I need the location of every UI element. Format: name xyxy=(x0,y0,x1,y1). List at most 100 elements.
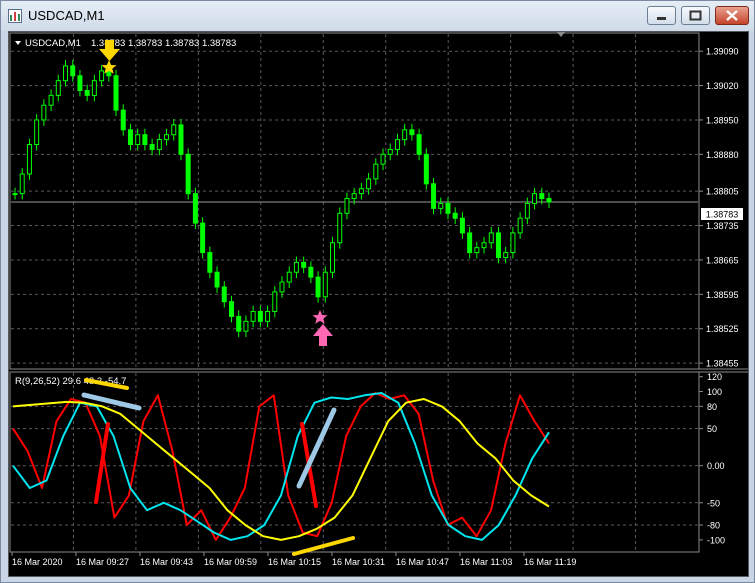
candle-body xyxy=(409,129,415,136)
candle-body xyxy=(48,94,54,106)
time-tick-label: 16 Mar 11:03 xyxy=(460,557,512,567)
restore-button[interactable] xyxy=(681,6,710,25)
candle-body xyxy=(344,198,350,214)
time-tick-label: 16 Mar 09:59 xyxy=(204,557,257,567)
candle-body xyxy=(221,286,227,303)
candle-body xyxy=(228,301,234,317)
annotation-red-stroke xyxy=(94,422,110,504)
price-tick-label: 1.38805 xyxy=(706,187,739,197)
price-tick-label: 1.38950 xyxy=(706,115,739,125)
candle-body xyxy=(192,193,198,224)
minimize-button[interactable] xyxy=(647,6,676,25)
time-tick-label: 16 Mar 11:19 xyxy=(524,557,576,567)
price-tick-label: 1.39020 xyxy=(706,81,739,91)
chart-area[interactable]: 1.39090 1.39020 1.38950 1.38880 1.38805 1.387… xyxy=(8,31,749,577)
candle-body xyxy=(12,193,18,196)
indicator-line-mid xyxy=(12,392,550,541)
candle-body xyxy=(91,80,97,96)
indicator-lines xyxy=(12,392,550,541)
indicator-tick-label: 80 xyxy=(707,402,717,412)
candle-body xyxy=(452,212,458,219)
candle-body xyxy=(135,134,141,146)
close-button[interactable] xyxy=(715,6,749,25)
candle-body xyxy=(423,153,429,185)
candle-body xyxy=(330,242,336,273)
indicator-tick-label: -50 xyxy=(707,498,720,508)
candle-body xyxy=(539,193,545,200)
candle-body xyxy=(120,109,126,131)
indicator-line-fast xyxy=(12,392,550,541)
candle-body xyxy=(214,271,220,288)
indicator-tick-label: 100 xyxy=(707,387,722,397)
candle-body xyxy=(279,281,285,293)
candle-body xyxy=(55,80,61,96)
indicator-tick-label: 50 xyxy=(707,424,717,434)
candle-body xyxy=(373,163,379,180)
candle-body xyxy=(467,232,473,254)
candle-body xyxy=(63,65,69,82)
symbol-menu-icon[interactable] xyxy=(15,41,21,45)
shift-marker-icon[interactable] xyxy=(557,32,565,37)
candle-body xyxy=(495,232,501,258)
candle-body xyxy=(445,202,451,214)
candle-body xyxy=(142,134,148,146)
candle-body xyxy=(488,232,494,244)
candle-body xyxy=(99,70,105,82)
time-tick-label: 16 Mar 09:27 xyxy=(76,557,129,567)
candle-body xyxy=(207,252,213,273)
price-tick-label: 1.38595 xyxy=(706,290,739,300)
price-candles xyxy=(12,60,552,338)
price-tick-label: 1.38735 xyxy=(706,221,739,231)
price-tick-label: 1.38525 xyxy=(706,324,739,334)
candle-body xyxy=(517,217,523,234)
buy-marker xyxy=(312,310,333,346)
candle-body xyxy=(164,134,170,141)
price-tick-label: 1.38665 xyxy=(706,255,739,265)
symbol-label: USDCAD,M1 xyxy=(25,38,81,49)
candle-body xyxy=(272,291,278,313)
indicator-tick-label: -100 xyxy=(707,535,725,545)
candle-body xyxy=(510,232,516,254)
candle-body xyxy=(41,104,47,121)
candle-body xyxy=(532,193,538,204)
candle-body xyxy=(308,266,314,278)
candle-body xyxy=(236,315,242,332)
candle-body xyxy=(431,183,437,209)
candle-body xyxy=(380,153,386,165)
candle-body xyxy=(77,75,83,91)
candle-body xyxy=(250,311,256,322)
buy-arrow-icon xyxy=(313,324,333,346)
indicator-tick-label: 120 xyxy=(707,372,722,382)
time-tick-label: 16 Mar 10:15 xyxy=(268,557,321,567)
candle-body xyxy=(265,311,271,322)
candle-body xyxy=(26,144,32,175)
candle-body xyxy=(315,276,321,298)
candle-body xyxy=(459,217,465,234)
candle-body xyxy=(358,188,364,195)
candle-body xyxy=(416,134,422,155)
price-tick-label: 1.38455 xyxy=(706,359,739,369)
time-tick-label: 16 Mar 10:31 xyxy=(332,557,385,567)
candle-body xyxy=(524,202,530,219)
time-tick-label: 16 Mar 2020 xyxy=(12,557,63,567)
candle-body xyxy=(301,261,307,268)
indicator-axis: 120 100 80 50 0.00 -50 -80 -100 xyxy=(699,372,725,545)
title-bar[interactable]: USDCAD,M1 xyxy=(1,1,754,31)
candle-body xyxy=(293,261,299,273)
candle-body xyxy=(185,153,191,195)
candle-body xyxy=(19,173,25,195)
restore-icon xyxy=(689,10,702,21)
chart-canvas[interactable]: 1.39090 1.39020 1.38950 1.38880 1.38805 1.387… xyxy=(9,32,748,576)
candle-body xyxy=(322,271,328,298)
candle-body xyxy=(474,247,480,254)
price-tick-label: 1.38880 xyxy=(706,150,739,160)
candle-body xyxy=(84,89,90,96)
candle-body xyxy=(171,124,177,136)
candle-body xyxy=(286,271,292,283)
current-price-label: 1.38783 xyxy=(706,210,739,220)
candle-body xyxy=(156,139,162,150)
candle-body xyxy=(402,129,408,141)
candle-body xyxy=(70,65,76,77)
candle-body xyxy=(394,139,400,150)
candle-body xyxy=(337,212,343,244)
